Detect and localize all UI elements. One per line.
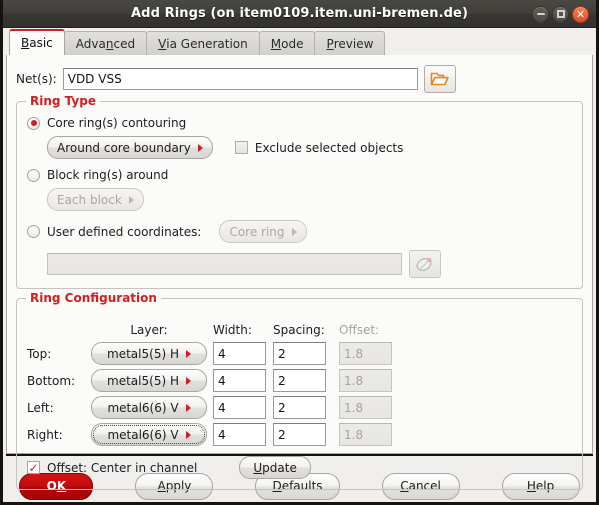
row-label-bottom: Bottom: [27,373,76,388]
radio-user-defined-coordinates[interactable]: User defined coordinates: Core ring [27,220,572,243]
checkbox-exclude-selected-objects-label: Exclude selected objects [254,140,404,155]
input-spacing-left[interactable]: 2 [273,396,326,419]
window-controls: ✕ [532,0,589,28]
input-width-top[interactable]: 4 [213,342,266,365]
checkbox-offset-center-in-channel-indicator[interactable]: ✓ [27,461,40,474]
tab-basic-mnemonic: B [21,36,30,50]
input-spacing-top[interactable]: 2 [273,342,326,365]
input-offset-bottom: 1.8 [339,369,392,392]
block-ring-options-row: Each block [47,188,572,211]
row-label-right: Right: [27,427,63,442]
combo-layer-right[interactable]: metal6(6) V [91,423,207,446]
mouse-pointer-icon [416,257,432,271]
ring-type-group: Ring Type Core ring(s) contouring Around… [16,94,583,289]
radio-core-ring-contouring[interactable]: Core ring(s) contouring [27,116,572,130]
tab-advanced[interactable]: Adva n ced [63,31,148,55]
combo-layer-bottom-label: metal5(5) H [107,373,179,388]
minimize-icon [536,13,545,15]
radio-core-ring-contouring-label: Core ring(s) contouring [47,116,187,130]
radio-core-ring-contouring-indicator[interactable] [27,116,40,130]
radio-block-rings-around-indicator[interactable] [27,168,40,182]
radio-block-rings-around[interactable]: Block ring(s) around [27,168,572,182]
combo-core-ring-label: Core ring [229,224,285,239]
update-button[interactable]: Update [239,456,311,479]
chevron-right-icon [185,430,191,439]
window-title: Add Rings (on item0109.item.uni-bremen.d… [131,6,468,21]
tab-preview[interactable]: Preview [314,31,386,55]
tab-basic[interactable]: Basic [9,29,65,55]
column-header-offset: Offset: [339,322,380,337]
chevron-right-icon [197,143,203,152]
input-offset-left: 1.8 [339,396,392,419]
checkbox-exclude-selected-objects-indicator[interactable] [234,141,248,154]
combo-layer-top-label: metal5(5) H [107,346,179,361]
ring-type-title: Ring Type [26,94,100,108]
nets-input[interactable]: VDD VSS [62,68,418,90]
input-width-left[interactable]: 4 [213,396,266,419]
input-width-bottom[interactable]: 4 [213,369,266,392]
tab-via-generation[interactable]: Via Generation [146,31,260,55]
row-label-left: Left: [27,400,54,415]
basic-tab-panel: Net(s): VDD VSS Ring Type Core ring(s) c… [6,54,593,490]
combo-layer-right-label: metal6(6) V [107,427,179,442]
tab-mode[interactable]: Mode [258,31,316,55]
checkbox-offset-center-in-channel[interactable]: ✓ Offset: Center in channel [27,461,197,475]
coordinates-input [47,253,402,275]
radio-user-defined-coordinates-indicator[interactable] [27,225,40,238]
minimize-button[interactable] [532,5,549,23]
combo-layer-bottom[interactable]: metal5(5) H [91,369,207,392]
nets-row: Net(s): VDD VSS [16,65,583,93]
chevron-right-icon [291,227,297,236]
core-ring-options-row: Around core boundary Exclude selected ob… [47,136,572,159]
checkbox-exclude-selected-objects[interactable]: Exclude selected objects [234,140,404,155]
tab-basic-label: asic [29,36,53,50]
offset-row: ✓ Offset: Center in channel Update [27,456,572,479]
chevron-right-icon [185,349,191,358]
combo-layer-left[interactable]: metal6(6) V [91,396,207,419]
column-header-layer: Layer: [130,322,168,337]
input-offset-top: 1.8 [339,342,392,365]
close-button[interactable]: ✕ [572,5,589,23]
chevron-right-icon [128,195,134,204]
tab-strip: Basic Adva n ced Via Generation Mode Previ… [3,28,596,55]
ring-configuration-grid: Layer: Width: Spacing: Offset: Top: meta… [27,313,572,448]
ring-configuration-title: Ring Configuration [26,291,161,305]
coordinates-pick-button [409,250,441,278]
chevron-right-icon [185,403,191,412]
combo-core-ring: Core ring [219,220,307,243]
maximize-button[interactable] [552,5,569,23]
nets-label: Net(s): [16,72,57,86]
add-rings-dialog: Add Rings (on item0109.item.uni-bremen.d… [0,0,599,505]
combo-each-block: Each block [47,188,144,211]
combo-around-core-boundary-label: Around core boundary [57,140,191,155]
combo-layer-left-label: metal6(6) V [107,400,179,415]
chevron-right-icon [185,376,191,385]
radio-block-rings-around-label: Block ring(s) around [47,168,169,182]
column-header-width: Width: [213,322,252,337]
combo-each-block-label: Each block [57,192,122,207]
combo-layer-top[interactable]: metal5(5) H [91,342,207,365]
input-width-right[interactable]: 4 [213,423,266,446]
maximize-icon [556,10,565,18]
combo-around-core-boundary[interactable]: Around core boundary [47,136,213,159]
nets-browse-button[interactable] [423,65,456,93]
input-offset-right: 1.8 [339,423,392,446]
column-header-spacing: Spacing: [273,322,325,337]
input-spacing-right[interactable]: 2 [273,423,326,446]
input-spacing-bottom[interactable]: 2 [273,369,326,392]
close-icon: ✕ [575,7,586,21]
coordinates-row [47,250,572,278]
title-bar: Add Rings (on item0109.item.uni-bremen.d… [3,0,596,28]
check-icon: ✓ [28,460,39,475]
ring-configuration-group: Ring Configuration Layer: Width: Spacing… [16,291,583,490]
row-label-top: Top: [27,346,52,361]
checkbox-offset-center-in-channel-label: Offset: Center in channel [47,460,198,475]
radio-user-defined-coordinates-label: User defined coordinates: [47,224,202,239]
folder-open-icon [430,72,450,86]
